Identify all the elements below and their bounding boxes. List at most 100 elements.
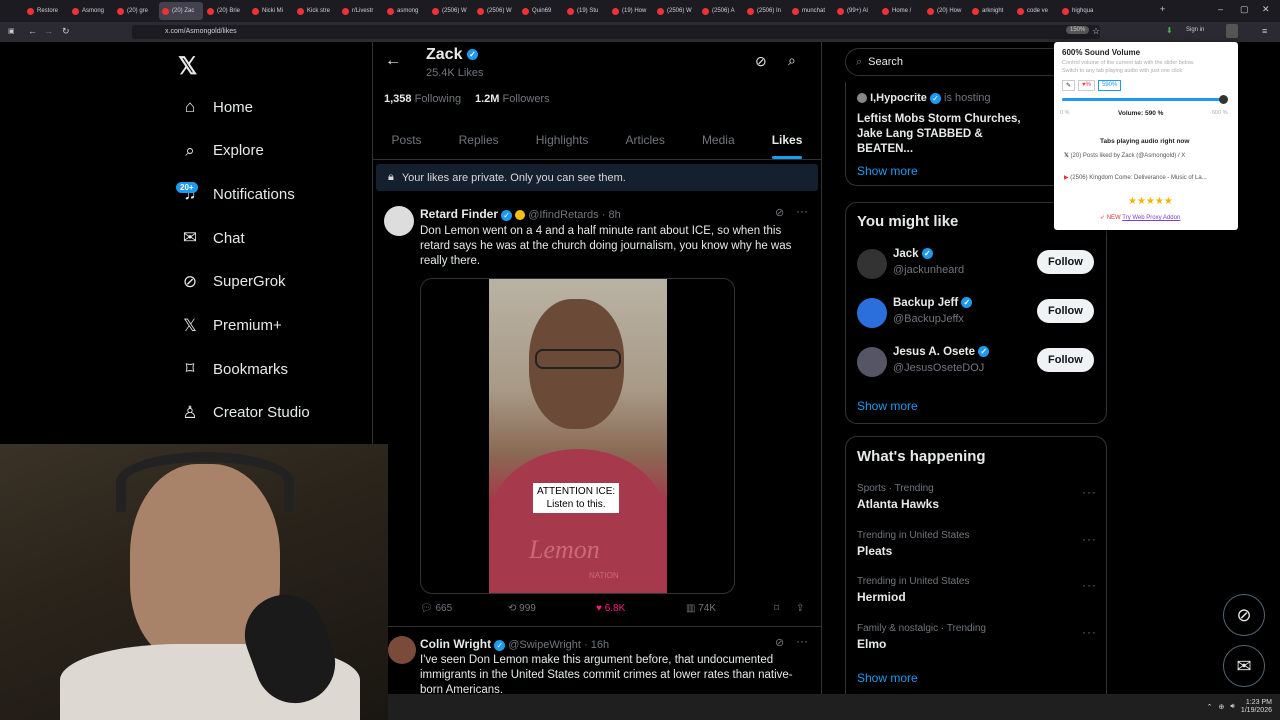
nav-item-explore[interactable]: ⌕ Explore [180, 141, 264, 161]
show-more-link[interactable]: Show more [857, 399, 918, 413]
author-name[interactable]: Colin Wright [420, 637, 491, 651]
grok-icon[interactable]: ⊘ [775, 206, 784, 219]
browser-tab[interactable]: highqua [1059, 2, 1103, 20]
close-window-icon[interactable]: ✕ [1262, 4, 1270, 15]
browser-tab[interactable]: Home / [879, 2, 923, 20]
url-text[interactable]: x.com/Asmongold/likes [165, 28, 237, 35]
browser-tab[interactable]: r/Livestr [339, 2, 383, 20]
forward-icon[interactable]: → [44, 26, 53, 36]
avatar[interactable] [857, 249, 887, 279]
volume-slider-knob[interactable] [1219, 95, 1229, 104]
tweet-time[interactable]: 8h [608, 209, 620, 221]
rating-stars[interactable]: ★★★★★ [1128, 196, 1173, 207]
tab-posts[interactable]: Posts [392, 133, 422, 147]
browser-tab[interactable]: asmong [384, 2, 428, 20]
browser-tab[interactable]: Nicki Mi [249, 2, 293, 20]
suggestion-name[interactable]: Backup Jeff ✓ [893, 297, 973, 309]
more-icon[interactable]: ··· [796, 204, 808, 218]
nav-item-supergrok[interactable]: ⊘ SuperGrok [180, 272, 286, 292]
author-handle[interactable]: @IfindRetards [528, 209, 598, 221]
grok-icon[interactable]: ⊘ [755, 53, 767, 70]
tab-highlights[interactable]: Highlights [536, 133, 589, 147]
bookmark-star-icon[interactable]: ☆ [1092, 26, 1100, 37]
chat-fab-icon[interactable]: ✉ [1223, 645, 1265, 687]
browser-tab[interactable]: (2506) W [654, 2, 698, 20]
audio-tab-item[interactable]: 𝕏 (20) Posts liked by Zack (@Asmongold) … [1064, 152, 1185, 159]
nav-item-chat[interactable]: ✉ Chat [180, 228, 245, 248]
minimize-icon[interactable]: – [1218, 4, 1223, 14]
like-button[interactable]: ♥ 6.8K [596, 603, 625, 614]
promo-link[interactable]: ➶ NEW Try Web Proxy Addon [1100, 214, 1180, 221]
browser-tab[interactable]: (20) Zac [159, 2, 203, 20]
address-field[interactable] [132, 25, 1100, 39]
more-icon[interactable]: ··· [1082, 625, 1097, 639]
browser-tab[interactable]: munchat [789, 2, 833, 20]
avatar[interactable] [857, 298, 887, 328]
avatar[interactable] [388, 636, 416, 664]
nav-item-premium[interactable]: 𝕏 Premium+ [180, 316, 282, 336]
grok-fab-icon[interactable]: ⊘ [1223, 594, 1265, 636]
tab-replies[interactable]: Replies [459, 133, 499, 147]
views-button[interactable]: ▥ 74K [686, 603, 716, 614]
back-icon[interactable]: ← [28, 26, 37, 36]
more-icon[interactable]: ··· [1082, 532, 1097, 546]
suggestion-name[interactable]: Jack ✓ [893, 248, 933, 260]
maximize-icon[interactable]: ▢ [1240, 4, 1249, 15]
sign-in-link[interactable]: Sign in [1186, 27, 1204, 33]
nav-item-creator-studio[interactable]: ♙ Creator Studio [180, 403, 309, 423]
trend-item[interactable]: Trending in United States Pleats [857, 530, 969, 558]
share-icon[interactable]: ⇪ [796, 603, 804, 614]
browser-tab[interactable]: (2506) In [744, 2, 788, 20]
search-icon[interactable]: ⌕ [788, 52, 796, 69]
browser-tab[interactable]: (99+) Al [834, 2, 878, 20]
back-arrow-icon[interactable]: ← [385, 52, 401, 70]
browser-tab[interactable]: (20) How [924, 2, 968, 20]
browser-tab[interactable]: (19) How [609, 2, 653, 20]
trend-item[interactable]: Family & nostalgic · Trending Elmo [857, 623, 986, 651]
nav-item-home[interactable]: ⌂ Home [180, 97, 253, 117]
reload-icon[interactable]: ↻ [62, 26, 70, 37]
avatar[interactable] [857, 347, 887, 377]
browser-tab[interactable]: code ve [1014, 2, 1058, 20]
mute-icon[interactable]: ✎ [1062, 80, 1076, 91]
browser-tab[interactable]: (19) Stu [564, 2, 608, 20]
preset-button[interactable]: 590% [1097, 80, 1122, 91]
menu-icon[interactable]: ≡ [1262, 26, 1267, 36]
tweet-video[interactable]: Lemon NATION ATTENTION ICE: Listen to th… [420, 278, 735, 594]
avatar[interactable] [384, 206, 414, 236]
more-icon[interactable]: ··· [1082, 578, 1097, 592]
browser-tab[interactable]: arknight [969, 2, 1013, 20]
suggestion-handle[interactable]: @jackunheard [893, 264, 964, 276]
zoom-level[interactable]: 150% [1066, 26, 1090, 34]
volume-icon[interactable]: 🔊︎ [1230, 703, 1234, 711]
suggestion-handle[interactable]: @BackupJeffx [893, 313, 964, 325]
browser-tab[interactable]: Quin69 [519, 2, 563, 20]
suggestion-handle[interactable]: @JesusOseteDOJ [893, 362, 984, 374]
more-icon[interactable]: ··· [1082, 485, 1097, 499]
following-link[interactable]: 1,358 Following [384, 93, 461, 105]
heart-preset-icon[interactable]: ♥% [1078, 80, 1095, 91]
suggestion-name[interactable]: Jesus A. Osete ✓ [893, 346, 990, 358]
show-more-link[interactable]: Show more [857, 671, 918, 685]
browser-tab[interactable]: Restore [24, 2, 68, 20]
browser-tab[interactable]: (2506) W [429, 2, 473, 20]
show-more-link[interactable]: Show more [857, 164, 918, 178]
tray-icon[interactable]: ⌃ [1207, 703, 1213, 711]
reply-button[interactable]: 💬︎ 665 [420, 603, 452, 614]
volume-slider[interactable] [1062, 95, 1229, 104]
browser-tab[interactable]: Kick stre [294, 2, 338, 20]
author-handle[interactable]: @SwipeWright [508, 639, 581, 651]
x-logo-icon[interactable]: 𝕏 [178, 52, 197, 81]
follow-button[interactable]: Follow [1037, 348, 1094, 372]
audio-tab-item[interactable]: ▶ (2506) Kingdom Come: Deliverance - Mus… [1064, 174, 1207, 181]
sidebar-toggle-icon[interactable]: ▣ [8, 27, 15, 35]
browser-tab[interactable]: (2506) W [474, 2, 518, 20]
repost-button[interactable]: ⟲ 999 [508, 603, 536, 614]
follow-button[interactable]: Follow [1037, 250, 1094, 274]
clock[interactable]: 1:23 PM 1/19/2026 [1241, 699, 1272, 715]
browser-tab[interactable]: (2506) A [699, 2, 743, 20]
download-icon[interactable]: ⬇ [1166, 26, 1173, 35]
nav-item-bookmarks[interactable]: ⌑ Bookmarks [180, 359, 288, 379]
browser-tab[interactable]: Asmong [69, 2, 113, 20]
bookmark-icon[interactable]: ⌑ [774, 603, 779, 614]
